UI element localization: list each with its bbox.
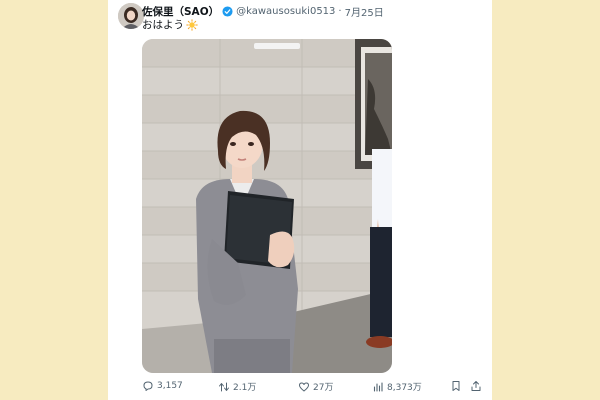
tweet-actions: 3,157 2.1万 27万 8,373万 [142,380,482,396]
views-button[interactable]: 8,373万 [372,380,422,393]
user-handle[interactable]: @kawausosuki0513 [236,6,335,17]
repost-button[interactable]: 2.1万 [218,380,256,393]
share-icon [471,381,481,391]
avatar[interactable] [118,3,144,29]
reply-button[interactable]: 3,157 [142,380,183,392]
views-icon [373,381,383,392]
views-count: 8,373万 [387,383,422,393]
repost-icon [219,382,229,391]
separator-dot: · [338,5,342,17]
bookmark-icon [452,381,460,391]
share-button[interactable] [470,380,482,392]
tweet-date[interactable]: 7月25日 [345,4,384,19]
tweet-text: おはよう [142,17,198,32]
like-icon [299,382,309,391]
sun-emoji-icon [186,18,198,31]
repost-count: 2.1万 [233,383,257,393]
tweet-photo[interactable] [142,39,392,373]
reply-icon [143,381,153,391]
tweet-header: 佐保里（SAO） @kawausosuki0513 · 7月25日 [142,4,384,19]
bookmark-button[interactable] [450,380,462,392]
like-button[interactable]: 27万 [298,380,333,393]
tweet-text-content: おはよう [142,19,184,31]
reply-count: 3,157 [157,381,183,391]
like-count: 27万 [313,383,334,393]
tweet-card: 佐保里（SAO） @kawausosuki0513 · 7月25日 おはよう 3… [108,0,492,400]
verified-icon [222,5,233,17]
